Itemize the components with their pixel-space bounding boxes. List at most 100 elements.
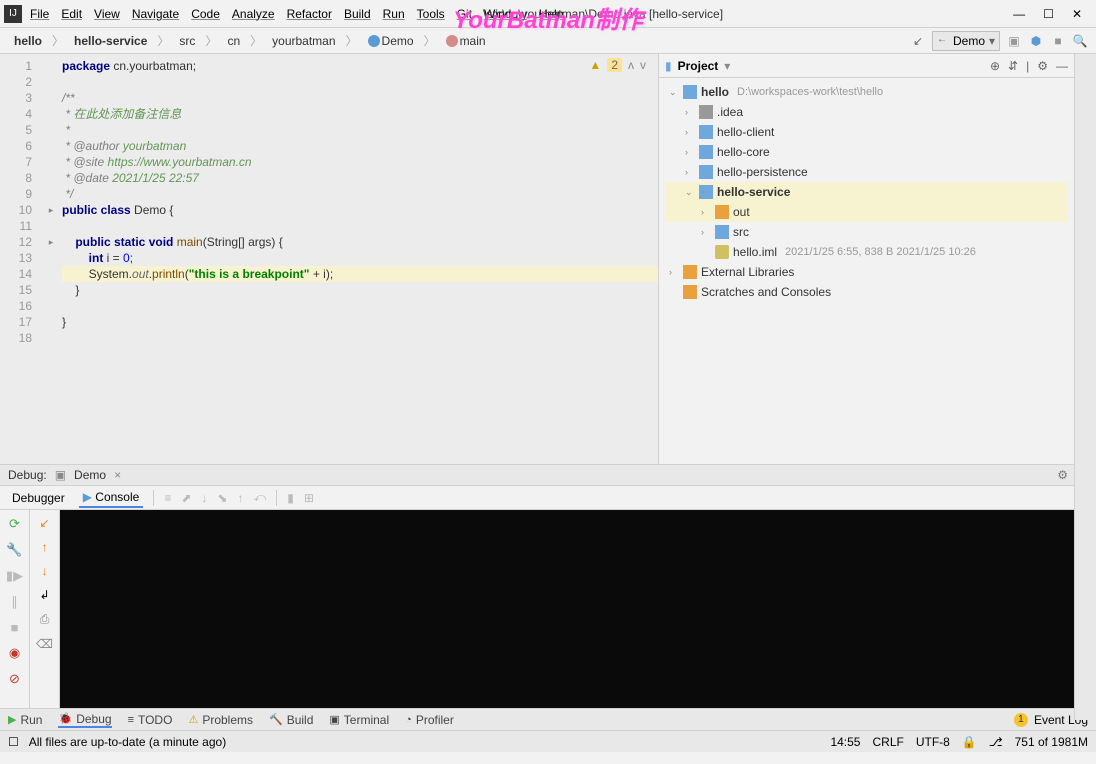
tool-todo[interactable]: ≡TODO [128,713,173,727]
menu-view[interactable]: View [94,7,120,21]
hammer-icon[interactable]: ↙ [910,33,926,49]
debug-tab-demo[interactable]: Demo [74,468,106,482]
crumb-hello-service[interactable]: hello-service [68,32,153,50]
inspector-up-icon[interactable]: ʌ [628,58,634,72]
tree-item-src[interactable]: ›src [665,222,1068,242]
mute-breakpoints-icon[interactable]: ⊘ [9,671,20,687]
tree-item-scratches-and-consoles[interactable]: Scratches and Consoles [665,282,1068,302]
wrench-icon[interactable]: 🔧 [6,542,22,558]
run-to-cursor-icon[interactable]: ▮ [287,491,294,505]
menu-refactor[interactable]: Refactor [287,7,332,21]
step-into-icon[interactable]: ⬈ [181,491,191,505]
search-icon[interactable]: 🔍 [1072,33,1088,49]
force-step-icon[interactable]: ⬊ [217,491,227,505]
tree-item-external-libraries[interactable]: ›External Libraries [665,262,1068,282]
tool-debug[interactable]: 🐞Debug [58,712,111,728]
tree-item-hello.iml[interactable]: hello.iml2021/1/25 6:55, 838 B 2021/1/25… [665,242,1068,262]
right-stripe-overlay [1074,54,1096,720]
status-memory[interactable]: 751 of 1981M [1015,735,1088,749]
menu-tools[interactable]: Tools [417,7,445,21]
project-window-icon: ▮ [665,59,672,73]
warning-count: 2 [607,58,622,72]
collapse-icon[interactable]: ⇵ [1008,59,1018,73]
step-over-icon[interactable]: ≡ [164,491,171,505]
target-icon[interactable]: ⊕ [990,59,1000,73]
evaluate-icon[interactable]: ⊞ [304,491,314,505]
app-icon: IJ [4,5,22,23]
inspector-down-icon[interactable]: v [640,58,646,72]
debug-gear-icon[interactable]: ⚙ [1057,468,1068,482]
resume-icon[interactable]: ▮▶ [6,568,23,584]
view-breakpoints-icon[interactable]: ◉ [9,645,20,661]
dropdown-icon[interactable]: ▾ [724,59,730,73]
close-icon[interactable]: ✕ [1072,7,1082,21]
soft-wrap-icon[interactable]: ↲ [39,588,49,602]
step-out-icon[interactable]: ↑ [237,491,243,505]
gear-icon[interactable]: ⚙ [1037,59,1048,73]
menu-code[interactable]: Code [191,7,220,21]
menu-file[interactable]: File [30,7,49,21]
crumb-cn[interactable]: cn [221,32,246,50]
titlebar: IJ File Edit View Navigate Code Analyze Refact… [0,0,1096,28]
maximize-icon[interactable]: ☐ [1043,7,1054,21]
crumb-hello[interactable]: hello [8,32,48,50]
menu-run[interactable]: Run [383,7,405,21]
folder-icon [683,85,697,99]
scroll-icon[interactable]: ↙ [39,516,49,530]
project-header: ▮ Project ▾ ⊕ ⇵ | ⚙ — [659,54,1074,78]
debugger-tab[interactable]: Debugger [8,489,69,507]
status-eol[interactable]: CRLF [872,735,903,749]
rerun-icon[interactable]: ⟳ [9,516,20,532]
menu-git[interactable]: Git [457,7,472,21]
lock-icon[interactable]: 🔒 [962,735,977,749]
stop-icon[interactable]: ■ [1050,33,1066,49]
tool-problems[interactable]: ⚠Problems [188,713,253,727]
menu-navigate[interactable]: Navigate [132,7,179,21]
hide-icon[interactable]: — [1056,59,1068,73]
step-into2-icon[interactable]: ↓ [201,491,207,505]
console-tab[interactable]: ▶ Console [79,488,144,508]
console-output[interactable] [60,510,1096,708]
project-title[interactable]: Project [678,59,719,73]
menu-build[interactable]: Build [344,7,371,21]
tool-build[interactable]: 🔨Build [269,713,313,727]
stop-icon[interactable]: ■ [11,620,19,635]
close-tab-icon[interactable]: × [114,468,121,482]
tool-profiler[interactable]: ◔Profiler [405,713,454,727]
project-tree[interactable]: ⌄ hello D:\workspaces-work\test\hello ›.… [659,78,1074,464]
tree-root[interactable]: ⌄ hello D:\workspaces-work\test\hello [665,82,1068,102]
tree-item-hello-core[interactable]: ›hello-core [665,142,1068,162]
menu-edit[interactable]: Edit [61,7,82,21]
gutter[interactable]: 123456789101112131415161718 [0,54,40,464]
clear-icon[interactable]: ⌫ [36,637,53,651]
down-icon[interactable]: ↓ [42,564,48,578]
tool-run[interactable]: ▶Run [8,713,42,727]
tool-terminal[interactable]: ▣Terminal [329,713,389,727]
pause-icon[interactable]: ∥ [11,594,18,610]
code-area[interactable]: package cn.yourbatman;/** * 在此处添加备注信息 * … [62,54,658,464]
editor[interactable]: ▲ 2 ʌ v 123456789101112131415161718 ▸▸ p… [0,54,658,464]
debug-icon[interactable]: ⬢ [1028,33,1044,49]
drop-frame-icon[interactable]: ⤺ [253,490,266,505]
print-icon[interactable]: ⎙ [40,612,50,627]
status-encoding[interactable]: UTF-8 [916,735,950,749]
inspector-widget[interactable]: ▲ 2 ʌ v [589,58,646,72]
minimize-icon[interactable]: — [1013,7,1025,21]
crumb-src[interactable]: src [173,32,201,50]
run-icon[interactable]: ▣ [1006,33,1022,49]
tree-item-hello-service[interactable]: ⌄hello-service [665,182,1068,202]
debug-toolbar: Debugger ▶ Console ≡ ⬈ ↓ ⬊ ↑ ⤺ ▮ ⊞ ⊞ [0,486,1096,510]
crumb-yourbatman[interactable]: yourbatman [266,32,341,50]
tree-item-hello-client[interactable]: ›hello-client [665,122,1068,142]
menu-analyze[interactable]: Analyze [232,7,275,21]
branch-icon[interactable]: ⎇ [989,735,1003,749]
crumb-main[interactable]: main [440,32,492,50]
crumb-demo[interactable]: Demo [362,32,420,50]
up-icon[interactable]: ↑ [42,540,48,554]
tree-item-out[interactable]: ›out [665,202,1068,222]
tree-item-.idea[interactable]: ›.idea [665,102,1068,122]
tree-item-hello-persistence[interactable]: ›hello-persistence [665,162,1068,182]
run-config-selector[interactable]: Demo [932,31,1000,51]
status-icon[interactable]: ☐ [8,735,19,749]
warning-icon: ▲ [589,58,601,72]
